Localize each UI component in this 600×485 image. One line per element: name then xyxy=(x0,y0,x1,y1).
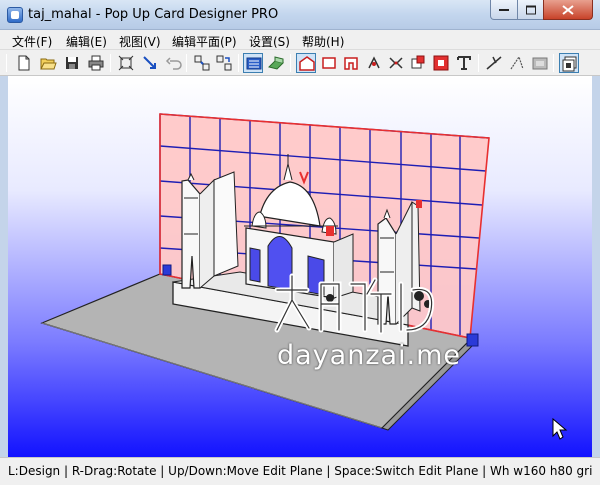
maximize-button[interactable] xyxy=(517,0,544,20)
group-icon[interactable] xyxy=(192,53,212,73)
fold-marker-right[interactable] xyxy=(466,333,479,347)
minaret-left xyxy=(181,172,215,289)
menu-file[interactable]: 文件(F) xyxy=(12,33,52,50)
new-file-icon[interactable] xyxy=(14,53,34,73)
panel-marker xyxy=(326,226,334,236)
tool-b-icon[interactable] xyxy=(386,53,406,73)
menu-settings[interactable]: 设置(S) xyxy=(249,33,290,50)
ungroup-icon[interactable] xyxy=(214,53,234,73)
fold-tool-icon[interactable] xyxy=(484,53,504,73)
toolbar-separator xyxy=(110,54,111,72)
fit-view-icon[interactable] xyxy=(116,53,136,73)
toolbar-separator xyxy=(6,54,7,72)
tool-c-icon[interactable] xyxy=(408,53,428,73)
image-tool-icon[interactable] xyxy=(530,53,550,73)
toolbar xyxy=(0,50,600,76)
title-bar: taj_mahal - Pop Up Card Designer PRO xyxy=(0,0,600,30)
window-border-right xyxy=(592,76,600,457)
minimize-button[interactable] xyxy=(490,0,518,20)
design-viewport[interactable] xyxy=(8,76,592,457)
toolbar-separator xyxy=(553,54,554,72)
wireframe-view-icon[interactable] xyxy=(243,53,263,73)
print-icon[interactable] xyxy=(86,53,106,73)
shape-rectangle-icon[interactable] xyxy=(319,53,339,73)
window-border-left xyxy=(0,76,8,457)
menu-edit[interactable]: 编辑(E) xyxy=(66,33,107,50)
solid-view-icon[interactable] xyxy=(266,53,286,73)
menu-edit-plane[interactable]: 编辑平面(P) xyxy=(172,33,237,50)
open-folder-icon[interactable] xyxy=(38,53,58,73)
mouse-cursor-icon xyxy=(552,417,568,440)
app-icon[interactable] xyxy=(7,7,23,23)
minimize-icon xyxy=(499,8,509,11)
fold-marker-left[interactable] xyxy=(162,264,172,276)
watermark: dayanzai.me xyxy=(263,270,460,380)
window-title: taj_mahal - Pop Up Card Designer PRO xyxy=(28,7,279,22)
close-button[interactable] xyxy=(543,0,593,20)
shape-arch-icon[interactable] xyxy=(341,53,361,73)
status-text: L:Design | R-Drag:Rotate | Up/Down:Move … xyxy=(8,464,592,478)
layers-icon[interactable] xyxy=(559,53,579,73)
shape-pentagon-icon[interactable] xyxy=(296,53,316,73)
tool-a-icon[interactable] xyxy=(364,53,384,73)
select-icon[interactable] xyxy=(140,53,160,73)
panel-marker xyxy=(416,200,422,208)
text-tool-icon[interactable] xyxy=(454,53,474,73)
save-icon[interactable] xyxy=(62,53,82,73)
close-icon xyxy=(562,4,574,15)
side-wall-left xyxy=(213,171,239,277)
maximize-icon xyxy=(525,5,536,14)
toolbar-separator xyxy=(186,54,187,72)
scene-canvas[interactable] xyxy=(8,76,592,457)
menu-bar: 文件(F) 编辑(E) 视图(V) 编辑平面(P) 设置(S) 帮助(H) xyxy=(0,30,600,50)
menu-view[interactable]: 视图(V) xyxy=(119,33,161,50)
status-bar: L:Design | R-Drag:Rotate | Up/Down:Move … xyxy=(0,457,600,485)
cut-tool-icon[interactable] xyxy=(507,53,527,73)
undo-icon[interactable] xyxy=(164,53,184,73)
toolbar-separator xyxy=(290,54,291,72)
watermark-logo-icon xyxy=(274,273,435,335)
tool-d-icon[interactable] xyxy=(431,53,451,73)
toolbar-separator xyxy=(478,54,479,72)
watermark-text: dayanzai.me xyxy=(277,340,462,371)
toolbar-separator xyxy=(238,54,239,72)
menu-help[interactable]: 帮助(H) xyxy=(302,33,344,50)
